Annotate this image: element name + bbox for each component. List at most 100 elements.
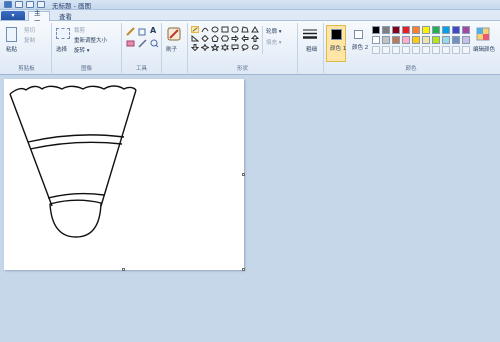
app-icon[interactable]	[4, 1, 12, 8]
custom-color-slot[interactable]	[442, 46, 450, 54]
custom-color-slot[interactable]	[422, 46, 430, 54]
eraser-icon[interactable]	[126, 39, 135, 48]
custom-color-slot[interactable]	[432, 46, 440, 54]
palette-swatch[interactable]	[372, 36, 380, 44]
left-arrow-shape-icon[interactable]	[241, 35, 249, 42]
custom-color-slot[interactable]	[462, 46, 470, 54]
tab-home[interactable]: 主页	[28, 9, 50, 27]
copy-button[interactable]: 复制	[24, 36, 35, 44]
palette-swatch[interactable]	[452, 36, 460, 44]
tab-view[interactable]: 查看	[54, 11, 77, 21]
crop-button[interactable]: 裁剪	[74, 26, 85, 34]
pencil-icon[interactable]	[126, 27, 135, 36]
magnifier-icon[interactable]	[150, 39, 159, 48]
palette-swatch[interactable]	[402, 36, 410, 44]
line-size-icon[interactable]	[302, 28, 318, 41]
pentagon-shape-icon[interactable]	[211, 35, 219, 42]
line-shape-icon[interactable]	[191, 26, 199, 33]
palette-swatch[interactable]	[442, 26, 450, 34]
shuttlecock-drawing	[9, 85, 137, 238]
curve-shape-icon[interactable]	[201, 26, 209, 33]
rectangle-shape-icon[interactable]	[221, 26, 229, 33]
right-triangle-shape-icon[interactable]	[191, 35, 199, 42]
palette-swatch[interactable]	[432, 26, 440, 34]
ribbon: 粘贴 剪切 复制 剪贴板 选择 裁剪 重新调整大小 旋转 ▾ 图像 A 工具 刷…	[0, 21, 500, 75]
paint-menu-button[interactable]: ▾	[1, 11, 25, 20]
palette-swatch[interactable]	[402, 26, 410, 34]
resize-handle-bottom[interactable]	[122, 268, 125, 271]
six-point-star-shape-icon[interactable]	[221, 44, 229, 51]
color-picker-icon[interactable]	[138, 39, 147, 48]
palette-swatch[interactable]	[432, 36, 440, 44]
tools-group: A 工具	[122, 23, 162, 73]
resize-handle-corner[interactable]	[242, 268, 245, 271]
text-tool-icon[interactable]: A	[150, 26, 156, 35]
palette-swatch[interactable]	[422, 26, 430, 34]
up-arrow-shape-icon[interactable]	[251, 35, 259, 42]
custom-color-slot[interactable]	[372, 46, 380, 54]
fill-bucket-icon[interactable]	[138, 27, 147, 36]
resize-button[interactable]: 重新调整大小	[74, 36, 107, 44]
custom-color-slot[interactable]	[382, 46, 390, 54]
brush-icon[interactable]	[166, 26, 182, 42]
hexagon-shape-icon[interactable]	[221, 35, 229, 42]
callout-cloud-shape-icon[interactable]	[251, 44, 259, 51]
palette-swatch[interactable]	[442, 36, 450, 44]
five-point-star-shape-icon[interactable]	[211, 44, 219, 51]
select-icon[interactable]	[56, 28, 70, 39]
four-point-star-shape-icon[interactable]	[201, 44, 209, 51]
palette-swatch[interactable]	[412, 26, 420, 34]
select-button[interactable]: 选择	[56, 45, 67, 53]
right-arrow-shape-icon[interactable]	[231, 35, 239, 42]
resize-handle-right[interactable]	[242, 173, 245, 176]
ribbon-tabs: ▾ 主页 查看	[0, 9, 500, 27]
palette-swatch[interactable]	[372, 26, 380, 34]
triangle-shape-icon[interactable]	[251, 26, 259, 33]
color2-label: 颜色 2	[352, 45, 369, 51]
custom-color-slot[interactable]	[392, 46, 400, 54]
edit-colors-icon[interactable]	[476, 27, 490, 41]
paste-icon[interactable]	[6, 27, 17, 42]
oval-shape-icon[interactable]	[211, 26, 219, 33]
diamond-shape-icon[interactable]	[201, 35, 209, 42]
palette-swatch[interactable]	[422, 36, 430, 44]
outline-dropdown[interactable]: 轮廓 ▾	[266, 27, 282, 35]
palette-swatch[interactable]	[462, 36, 470, 44]
custom-color-slot[interactable]	[412, 46, 420, 54]
window-title: 无标题 - 画图	[52, 1, 91, 10]
brushes-button[interactable]: 刷子	[166, 45, 177, 53]
palette-swatch[interactable]	[382, 36, 390, 44]
clipboard-group: 粘贴 剪切 复制 剪贴板	[2, 23, 52, 73]
custom-color-slot[interactable]	[452, 46, 460, 54]
color1-label: 颜色 1	[330, 46, 347, 52]
shapes-group: 轮廓 ▾ 填充 ▾ 形状	[188, 23, 298, 73]
fill-dropdown[interactable]: 填充 ▾	[266, 38, 282, 46]
custom-color-slot[interactable]	[402, 46, 410, 54]
undo-icon[interactable]	[26, 1, 34, 8]
cut-button[interactable]: 剪切	[24, 26, 35, 34]
rotate-button[interactable]: 旋转 ▾	[74, 46, 90, 54]
down-arrow-shape-icon[interactable]	[191, 44, 199, 51]
size-group: 粗细	[298, 23, 324, 73]
palette-swatch[interactable]	[412, 36, 420, 44]
palette-swatch[interactable]	[392, 26, 400, 34]
color1-swatch	[331, 29, 342, 40]
callout-oval-shape-icon[interactable]	[241, 44, 249, 51]
brushes-group: 刷子	[162, 23, 188, 73]
palette-swatch[interactable]	[462, 26, 470, 34]
callout-rect-shape-icon[interactable]	[231, 44, 239, 51]
color1-button[interactable]: 颜色 1	[326, 25, 346, 62]
palette-swatch[interactable]	[392, 36, 400, 44]
size-button[interactable]: 粗细	[306, 45, 317, 53]
colors-group-label: 颜色	[405, 66, 417, 72]
palette-swatch[interactable]	[382, 26, 390, 34]
edit-colors-button[interactable]: 编辑颜色	[473, 45, 495, 53]
palette-swatch[interactable]	[452, 26, 460, 34]
save-icon[interactable]	[15, 1, 23, 8]
drawing-canvas[interactable]	[4, 79, 245, 271]
rounded-rect-shape-icon[interactable]	[231, 26, 239, 33]
polygon-shape-icon[interactable]	[241, 26, 249, 33]
color2-button[interactable]: 颜色 2	[349, 25, 369, 62]
canvas-area	[0, 75, 500, 342]
paste-button[interactable]: 粘贴	[6, 45, 17, 53]
